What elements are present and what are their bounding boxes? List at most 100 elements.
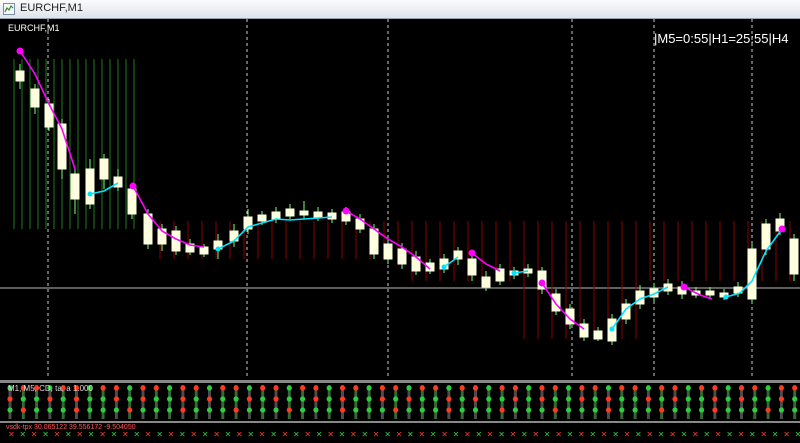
- indicator-dot: [353, 396, 359, 402]
- indicator-dot: [419, 385, 425, 391]
- candle-body: [44, 103, 54, 128]
- candle-body: [229, 230, 239, 242]
- indicator-cross: ✕: [498, 430, 505, 439]
- indicator-dot: [286, 385, 292, 391]
- subwindow-separator: [0, 421, 800, 423]
- chart-app-icon: [3, 3, 15, 15]
- indicator-dot: [472, 396, 479, 402]
- indicator-dot: [87, 407, 93, 413]
- indicator-dot: [486, 385, 492, 391]
- indicator-cross: ✕: [692, 430, 699, 439]
- indicator-cross: ✕: [760, 430, 767, 439]
- indicator-dot: [339, 385, 346, 391]
- indicator-dot: [193, 396, 199, 402]
- indicator-dot: [193, 385, 199, 391]
- indicator-subwindow-label: M1, M5, CD, ta, a 1.000: [8, 384, 93, 393]
- indicator-dot: [699, 407, 705, 413]
- indicator-dot: [499, 407, 505, 413]
- indicator-dot: [393, 385, 399, 391]
- signal-dot-up: [511, 270, 517, 276]
- indicator-dot: [167, 407, 173, 413]
- indicator-dot: [472, 385, 479, 391]
- ma-line-down: [541, 282, 585, 330]
- indicator-dot: [233, 407, 239, 413]
- indicator-dot: [419, 396, 425, 402]
- indicator-dot: [446, 396, 452, 402]
- indicator-dot: [167, 396, 173, 402]
- indicator-dot: [273, 396, 279, 402]
- indicator-cross: ✕: [475, 430, 482, 439]
- indicator-dot: [127, 407, 133, 413]
- indicator-cross: ✕: [669, 430, 676, 439]
- indicator-dot: [393, 396, 399, 402]
- indicator-cross: ✕: [795, 430, 800, 439]
- indicator-cross: ✕: [487, 430, 494, 439]
- indicator-cross: ✕: [510, 430, 517, 439]
- indicator-dot: [552, 407, 558, 413]
- candle-body: [15, 70, 25, 82]
- indicator-dot: [419, 407, 425, 413]
- indicator-dot: [725, 407, 731, 413]
- indicator-cross: ✕: [156, 430, 163, 439]
- indicator-cross: ✕: [384, 430, 391, 439]
- indicator-dot: [632, 385, 638, 391]
- price-chart[interactable]: ✕ ✕ ✕ ✕ ✕ ✕ ✕ ✕ ✕ ✕ ✕ ✕ ✕ ✕ ✕ ✕ ✕ ✕ ✕ ✕ ✕ ✕ ✕ ✕ ✕ ✕ ✕ ✕ ✕ ✕ ✕ ✕ ✕ ✕ ✕ ✕ ✕ ✕ ✕ ✕…: [0, 19, 800, 443]
- indicator-dot: [765, 385, 771, 391]
- indicator-cross: ✕: [715, 430, 722, 439]
- indicator-dot: [339, 407, 346, 413]
- indicator-dot: [326, 407, 332, 413]
- indicator-dot: [339, 396, 346, 402]
- indicator-cross: ✕: [293, 430, 300, 439]
- chart-canvas[interactable]: ✕ ✕ ✕ ✕ ✕ ✕ ✕ ✕ ✕ ✕ ✕ ✕ ✕ ✕ ✕ ✕ ✕ ✕ ✕ ✕ ✕ ✕ ✕ ✕ ✕ ✕ ✕ ✕ ✕ ✕ ✕ ✕ ✕ ✕ ✕ ✕ ✕ ✕ ✕ ✕…: [0, 19, 800, 443]
- indicator-dot: [34, 396, 40, 402]
- indicator-dot: [619, 396, 625, 402]
- window-title: EURCHF,M1: [20, 2, 83, 14]
- indicator-cross: ✕: [373, 430, 380, 439]
- candle-body: [99, 158, 109, 180]
- indicator-dot: [300, 407, 306, 413]
- indicator-dot: [34, 407, 40, 413]
- signal-dot-down: [778, 225, 786, 233]
- signal-dot-up: [215, 246, 221, 252]
- candle-body: [593, 330, 603, 340]
- indicator-cross: ✕: [19, 430, 26, 439]
- indicator-dot: [220, 396, 226, 402]
- indicator-dot: [113, 396, 119, 402]
- indicator-cross: ✕: [99, 430, 106, 439]
- indicator-dot: [180, 407, 186, 413]
- indicator-dot: [206, 396, 213, 402]
- indicator-dot: [592, 407, 598, 413]
- indicator-dot: [406, 407, 412, 413]
- indicator-dot: [260, 407, 266, 413]
- indicator-dot: [100, 407, 106, 413]
- indicator-cross: ✕: [726, 430, 733, 439]
- indicator-dot: [592, 385, 598, 391]
- indicator-cross: ✕: [783, 430, 790, 439]
- indicator-dot: [313, 385, 319, 391]
- indicator-dot: [459, 385, 465, 391]
- indicator-dot: [605, 385, 612, 391]
- indicator-cross: ✕: [65, 430, 72, 439]
- candle-body: [467, 258, 477, 276]
- indicator-cross: ✕: [361, 430, 368, 439]
- signal-dot-up: [609, 326, 615, 332]
- indicator-dot: [366, 385, 372, 391]
- indicator-dot: [539, 407, 545, 413]
- indicator-dot: [273, 385, 279, 391]
- indicator-dot: [246, 407, 252, 413]
- indicator-dot: [738, 396, 745, 402]
- indicator-dot: [486, 396, 492, 402]
- indicator-cross: ✕: [111, 430, 118, 439]
- indicator-dot: [206, 385, 213, 391]
- indicator-dot: [512, 385, 519, 391]
- indicator-dot: [100, 396, 106, 402]
- indicator-cross: ✕: [339, 430, 346, 439]
- indicator-dot: [685, 385, 691, 391]
- indicator-cross: ✕: [772, 430, 779, 439]
- indicator-dot: [645, 407, 652, 413]
- signal-dot-down: [16, 47, 24, 55]
- indicator-dot: [446, 407, 452, 413]
- candle-body: [199, 246, 209, 255]
- indicator-dot: [579, 385, 585, 391]
- indicator-dot: [778, 407, 785, 413]
